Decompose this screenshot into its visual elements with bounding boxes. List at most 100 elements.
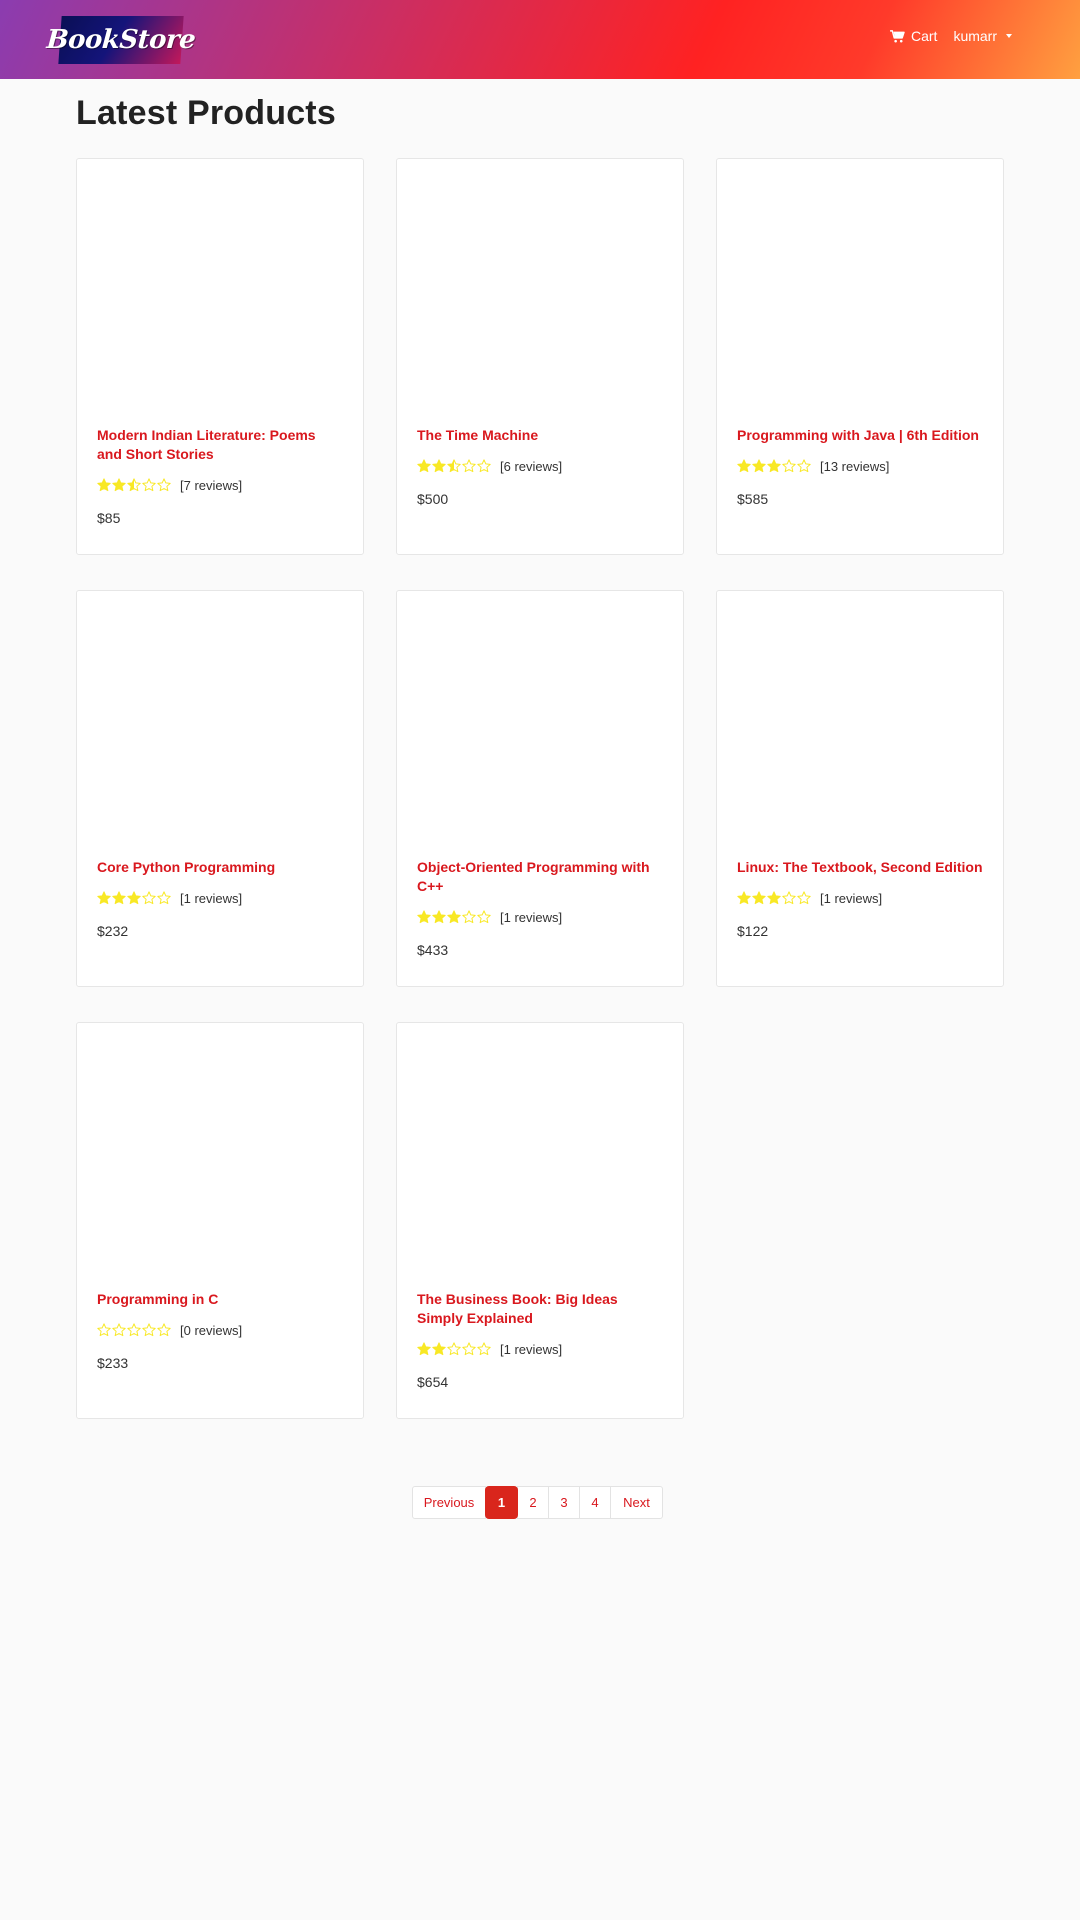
rating-stars — [97, 478, 171, 492]
star-empty-icon — [462, 910, 476, 924]
review-count: [6 reviews] — [500, 458, 563, 474]
star-filled-icon — [112, 891, 126, 905]
rating-stars — [417, 910, 491, 924]
star-filled-icon — [432, 1342, 446, 1356]
nav-right: Cart kumarr — [890, 28, 1012, 44]
next-page-button[interactable]: Next — [610, 1486, 663, 1519]
review-count: [1 reviews] — [820, 890, 883, 906]
product-title-link[interactable]: Object-Oriented Programming with C++ — [417, 858, 663, 896]
product-price: $232 — [97, 923, 129, 939]
product-image[interactable] — [77, 1023, 363, 1283]
product-card-body: Object-Oriented Programming with C++ [1 r… — [417, 858, 663, 958]
star-empty-icon — [462, 1342, 476, 1356]
rating-stars — [737, 459, 811, 473]
star-empty-icon — [142, 478, 156, 492]
rating-stars — [97, 891, 171, 905]
brand-logo[interactable]: BookStore — [46, 16, 196, 64]
star-empty-icon — [97, 1323, 111, 1337]
review-count: [1 reviews] — [500, 1341, 563, 1357]
star-filled-icon — [737, 891, 751, 905]
product-price: $585 — [737, 491, 769, 507]
star-filled-icon — [127, 891, 141, 905]
product-card-body: The Time Machine [6 reviews] $500 — [417, 426, 663, 507]
star-filled-icon — [97, 891, 111, 905]
product-image[interactable] — [397, 159, 683, 419]
product-image[interactable] — [717, 591, 1003, 851]
page-3-button[interactable]: 3 — [548, 1486, 580, 1519]
product-price: $654 — [417, 1374, 449, 1390]
star-filled-icon — [752, 891, 766, 905]
cart-link[interactable]: Cart — [890, 28, 937, 44]
page-2-button[interactable]: 2 — [517, 1486, 549, 1519]
star-empty-icon — [462, 459, 476, 473]
page-title: Latest Products — [76, 94, 336, 132]
star-empty-icon — [157, 478, 171, 492]
product-image[interactable] — [397, 1023, 683, 1283]
product-image[interactable] — [77, 159, 363, 419]
rating-stars — [737, 891, 811, 905]
star-filled-icon — [737, 459, 751, 473]
product-card-body: Core Python Programming [1 reviews] $232 — [97, 858, 343, 939]
product-title-link[interactable]: Programming with Java | 6th Edition — [737, 426, 983, 445]
page-1-button[interactable]: 1 — [485, 1486, 518, 1519]
product-image[interactable] — [77, 591, 363, 851]
star-empty-icon — [142, 891, 156, 905]
star-filled-icon — [767, 891, 781, 905]
star-empty-icon — [112, 1323, 126, 1337]
star-filled-icon — [447, 910, 461, 924]
product-image[interactable] — [717, 159, 1003, 419]
product-card: Programming in C [0 reviews] $233 — [76, 1022, 364, 1419]
product-title-link[interactable]: The Time Machine — [417, 426, 663, 445]
product-card: Programming with Java | 6th Edition [13 r… — [716, 158, 1004, 555]
star-half-icon — [127, 478, 141, 492]
page-4-button[interactable]: 4 — [579, 1486, 611, 1519]
product-title-link[interactable]: Linux: The Textbook, Second Edition — [737, 858, 983, 877]
star-empty-icon — [782, 459, 796, 473]
star-empty-icon — [477, 1342, 491, 1356]
star-filled-icon — [97, 478, 111, 492]
shopping-cart-icon — [890, 29, 905, 42]
navbar: BookStore Cart kumarr — [0, 0, 1080, 79]
review-count: [7 reviews] — [180, 477, 243, 493]
product-title-link[interactable]: Programming in C — [97, 1290, 343, 1309]
star-empty-icon — [447, 1342, 461, 1356]
star-empty-icon — [142, 1323, 156, 1337]
product-rating: [6 reviews] — [417, 458, 663, 474]
product-card: Core Python Programming [1 reviews] $232 — [76, 590, 364, 987]
user-menu-dropdown[interactable]: kumarr — [953, 28, 1012, 44]
product-price: $85 — [97, 510, 121, 526]
product-title-link[interactable]: Modern Indian Literature: Poems and Shor… — [97, 426, 343, 464]
product-title-link[interactable]: The Business Book: Big Ideas Simply Expl… — [417, 1290, 663, 1328]
product-title-link[interactable]: Core Python Programming — [97, 858, 343, 877]
chevron-down-icon — [1006, 34, 1012, 38]
review-count: [0 reviews] — [180, 1322, 243, 1338]
cart-label: Cart — [910, 28, 938, 44]
product-card: Linux: The Textbook, Second Edition [1 re… — [716, 590, 1004, 987]
star-empty-icon — [477, 459, 491, 473]
star-empty-icon — [477, 910, 491, 924]
product-rating: [1 reviews] — [417, 1341, 663, 1357]
star-filled-icon — [417, 1342, 431, 1356]
star-empty-icon — [797, 459, 811, 473]
star-filled-icon — [432, 910, 446, 924]
product-rating: [1 reviews] — [417, 909, 663, 925]
product-price: $122 — [737, 923, 769, 939]
product-card-body: Programming in C [0 reviews] $233 — [97, 1290, 343, 1371]
star-filled-icon — [417, 459, 431, 473]
previous-page-button[interactable]: Previous — [412, 1486, 486, 1519]
product-card-body: Modern Indian Literature: Poems and Shor… — [97, 426, 343, 526]
product-rating: [1 reviews] — [737, 890, 983, 906]
user-menu-label: kumarr — [953, 28, 997, 44]
star-half-icon — [447, 459, 461, 473]
product-rating: [0 reviews] — [97, 1322, 343, 1338]
review-count: [13 reviews] — [820, 458, 890, 474]
product-image[interactable] — [397, 591, 683, 851]
product-card: The Time Machine [6 reviews] $500 — [396, 158, 684, 555]
star-empty-icon — [797, 891, 811, 905]
star-filled-icon — [767, 459, 781, 473]
pagination: Previous 1 2 3 4 Next — [412, 1486, 663, 1519]
star-filled-icon — [417, 910, 431, 924]
product-card-body: The Business Book: Big Ideas Simply Expl… — [417, 1290, 663, 1390]
product-rating: [1 reviews] — [97, 890, 343, 906]
star-filled-icon — [752, 459, 766, 473]
